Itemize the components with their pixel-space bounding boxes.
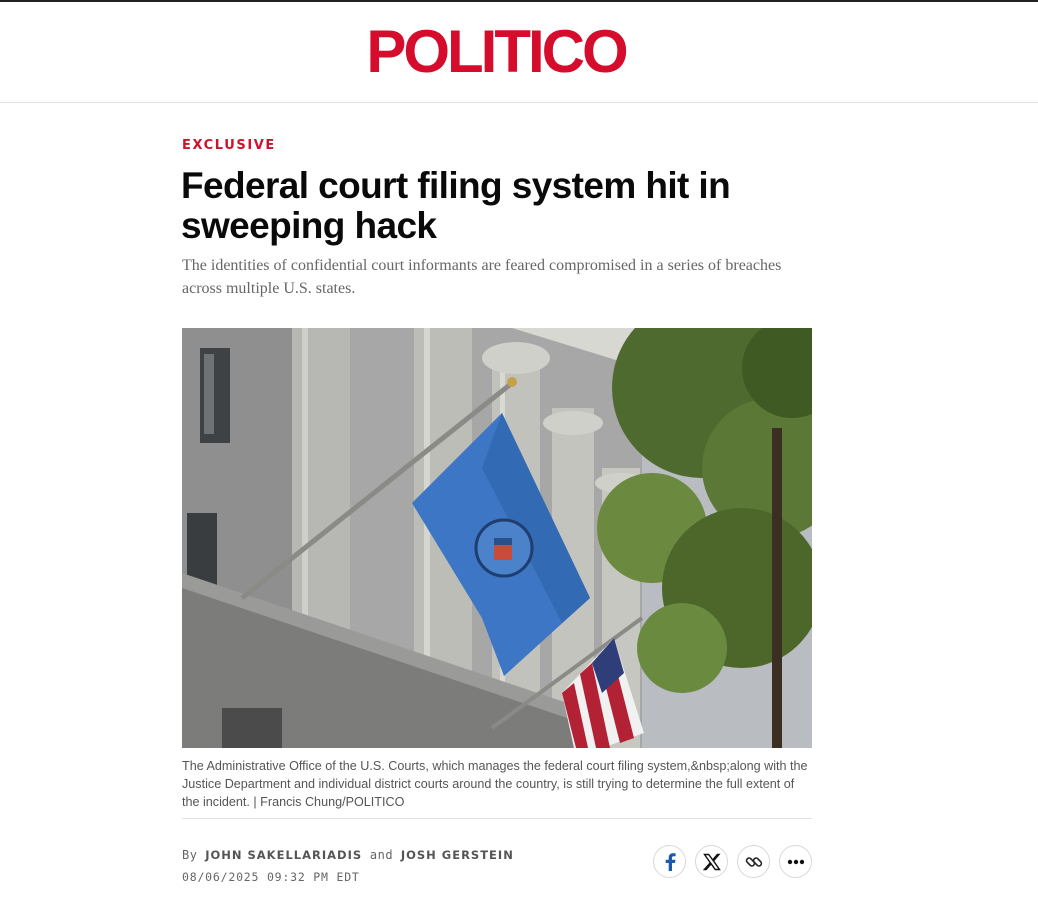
article-kicker: EXCLUSIVE [182, 138, 276, 153]
masthead: POLITICO [0, 2, 1038, 103]
article-headline: Federal court filing system hit in sweep… [181, 165, 731, 246]
x-icon [702, 853, 721, 871]
share-x-button[interactable] [695, 845, 728, 878]
politico-logo[interactable]: POLITICO [363, 22, 629, 82]
photo-illustration [182, 328, 812, 748]
link-icon [744, 852, 764, 872]
lead-photo[interactable] [182, 328, 812, 748]
facebook-icon [663, 852, 677, 871]
caption-divider [182, 818, 812, 819]
article-dek: The identities of confidential court inf… [182, 257, 782, 297]
more-icon [787, 859, 805, 865]
share-facebook-button[interactable] [653, 845, 686, 878]
author-link-josh-gerstein[interactable]: JOSH GERSTEIN [401, 848, 514, 862]
byline: By JOHN SAKELLARIADIS and JOSH GERSTEIN [182, 848, 514, 862]
publish-timestamp: 08/06/2025 09:32 PM EDT [182, 870, 360, 884]
byline-prefix: By [182, 848, 198, 862]
photo-caption: The Administrative Office of the U.S. Co… [182, 759, 808, 809]
byline-joiner: and [369, 848, 394, 862]
copy-link-button[interactable] [737, 845, 770, 878]
more-share-options-button[interactable] [779, 845, 812, 878]
author-link-john-sakellariadis[interactable]: JOHN SAKELLARIADIS [205, 848, 362, 862]
